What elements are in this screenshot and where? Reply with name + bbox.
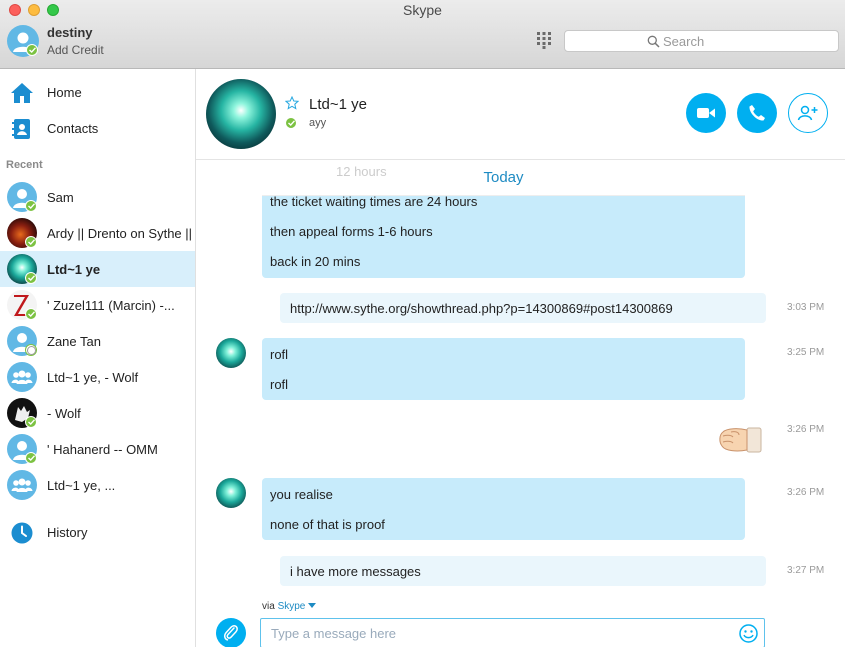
- home-icon: [11, 83, 33, 103]
- online-status-icon: [25, 200, 37, 212]
- online-status-icon: [25, 416, 37, 428]
- via-selector[interactable]: via Skype: [262, 601, 317, 612]
- chevron-down-icon: [308, 603, 317, 608]
- fist-bump-emoticon-icon: [719, 427, 762, 453]
- online-status-icon: [285, 117, 297, 129]
- message-composer: via Skype Type a message here: [196, 590, 845, 647]
- contact-name: - Wolf: [47, 406, 81, 421]
- offline-status-icon: [25, 344, 37, 356]
- incoming-message-bubble: rofl rofl: [262, 338, 745, 400]
- search-input[interactable]: Search: [564, 30, 839, 52]
- recent-group-item[interactable]: Ltd~1 ye, ...: [0, 467, 195, 503]
- conversation-avatar[interactable]: [206, 79, 276, 149]
- message-timestamp: 3:26 PM: [787, 487, 825, 498]
- attach-file-button[interactable]: [216, 618, 246, 647]
- recent-contact-item[interactable]: ' Zuzel111 (Marcin) -...: [0, 287, 195, 323]
- message-timestamp: 3:25 PM: [787, 347, 825, 358]
- emoticon-picker-icon[interactable]: [739, 624, 758, 643]
- search-icon: [647, 35, 660, 48]
- via-service: Skype: [277, 601, 306, 612]
- contact-name: Ltd~1 ye, - Wolf: [47, 370, 139, 385]
- sender-avatar[interactable]: [216, 478, 246, 508]
- message-text: none of that is proof: [270, 517, 385, 532]
- contact-name: Ardy || Drento on Sythe ||: [47, 226, 192, 241]
- message-text: the ticket waiting times are 24 hours: [270, 194, 478, 209]
- title-bar: Skype destiny Add Credit Search: [0, 0, 845, 69]
- search-placeholder: Search: [663, 34, 705, 49]
- clock-icon: [11, 522, 33, 544]
- recent-contact-item[interactable]: Zane Tan: [0, 323, 195, 359]
- message-text: rofl: [270, 347, 289, 362]
- message-text: i have more messages: [290, 564, 421, 579]
- recent-contact-item[interactable]: - Wolf: [0, 395, 195, 431]
- via-prefix: via: [262, 601, 275, 612]
- recent-contact-item-selected[interactable]: Ltd~1 ye: [0, 251, 195, 287]
- contact-name: Zane Tan: [47, 334, 101, 349]
- contact-name: ' Zuzel111 (Marcin) -...: [47, 298, 175, 313]
- recent-contact-item[interactable]: Ardy || Drento on Sythe ||: [0, 215, 195, 251]
- online-status-icon: [25, 236, 37, 248]
- today-label: Today: [483, 169, 524, 186]
- sidebar-item-contacts[interactable]: Contacts: [0, 111, 195, 147]
- sidebar-item-label: Home: [47, 85, 82, 100]
- window-title: Skype: [403, 2, 442, 18]
- message-text: rofl: [270, 377, 289, 392]
- message-timestamp: 3:26 PM: [787, 424, 825, 435]
- message-link[interactable]: http://www.sythe.org/showthread.php?p=14…: [290, 301, 673, 316]
- video-call-button[interactable]: [686, 93, 726, 133]
- sidebar-item-label: Contacts: [47, 121, 99, 136]
- my-display-name[interactable]: destiny: [47, 25, 93, 40]
- sidebar-item-label: History: [47, 525, 88, 540]
- online-status-icon: [25, 308, 37, 320]
- group-avatar-icon: [7, 470, 37, 500]
- message-text: you realise: [270, 487, 333, 502]
- video-camera-icon: [697, 108, 715, 118]
- message-text: back in 20 mins: [270, 254, 361, 269]
- recent-contact-item[interactable]: Sam: [0, 179, 195, 215]
- online-status-icon: [25, 272, 37, 284]
- outgoing-message-bubble: http://www.sythe.org/showthread.php?p=14…: [280, 293, 766, 323]
- dialpad-icon[interactable]: [536, 31, 552, 49]
- message-list[interactable]: the ticket waiting times are 24 hours th…: [196, 160, 845, 590]
- recent-contact-item[interactable]: ' Hahanerd -- OMM: [0, 431, 195, 467]
- add-credit-link[interactable]: Add Credit: [47, 43, 104, 57]
- contact-name: ' Hahanerd -- OMM: [47, 442, 158, 457]
- recent-group-item[interactable]: Ltd~1 ye, - Wolf: [0, 359, 195, 395]
- contact-name: Ltd~1 ye: [47, 262, 101, 277]
- message-timestamp: 3:27 PM: [787, 565, 825, 576]
- audio-call-button[interactable]: [737, 93, 777, 133]
- outgoing-message-bubble: i have more messages: [280, 556, 766, 586]
- contacts-book-icon: [12, 119, 30, 139]
- sidebar-item-history[interactable]: History: [0, 515, 195, 551]
- add-person-icon: [797, 105, 818, 121]
- contact-name: Ltd~1 ye, ...: [47, 478, 116, 493]
- message-input[interactable]: Type a message here: [260, 618, 765, 647]
- message-input-placeholder: Type a message here: [271, 626, 397, 641]
- mood-message: ayy: [309, 117, 327, 129]
- online-status-icon: [25, 452, 37, 464]
- message-timestamp: 3:03 PM: [787, 302, 825, 313]
- incoming-message-bubble: you realise none of that is proof: [262, 478, 745, 540]
- sender-avatar[interactable]: [216, 338, 246, 368]
- conversation-header: Ltd~1 ye ayy: [196, 69, 845, 160]
- paperclip-icon: [223, 625, 238, 641]
- message-text: then appeal forms 1-6 hours: [270, 224, 433, 239]
- sidebar-item-home[interactable]: Home: [0, 75, 195, 111]
- sidebar: Home Contacts Recent Sam Ardy || Drento …: [0, 69, 196, 647]
- conversation-title: Ltd~1 ye: [309, 96, 367, 113]
- add-participant-button[interactable]: [788, 93, 828, 133]
- my-online-status-icon: [26, 44, 38, 56]
- phone-icon: [749, 105, 765, 121]
- date-divider: 12 hours Today: [262, 160, 745, 196]
- recent-section-label: Recent: [6, 159, 43, 171]
- group-avatar-icon: [7, 362, 37, 392]
- favorite-star-icon[interactable]: [285, 96, 299, 110]
- contact-name: Sam: [47, 190, 74, 205]
